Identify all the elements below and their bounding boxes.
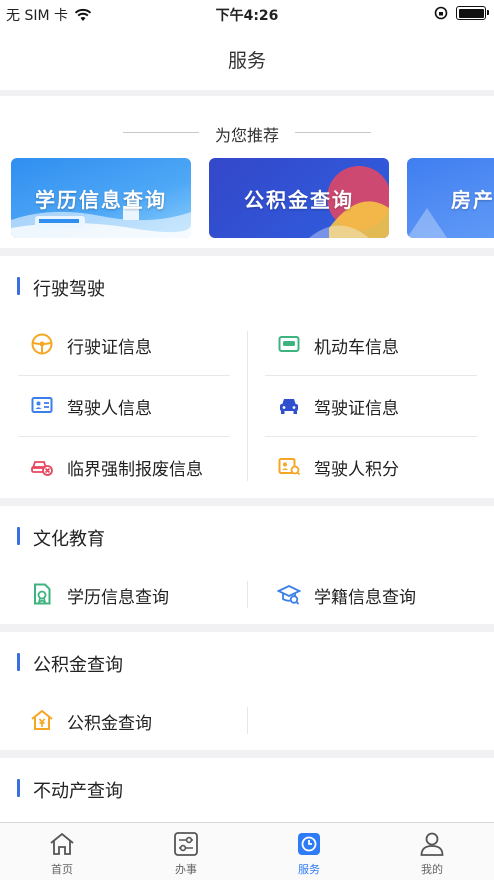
item-driver-info[interactable]: 驾驶人信息	[18, 375, 231, 436]
item-label: 驾驶人信息	[67, 399, 152, 419]
tab-label: 办事	[175, 863, 197, 876]
section-title: 文化教育	[33, 529, 105, 550]
item-motor-vehicle[interactable]: 机动车信息	[265, 314, 478, 375]
nav-bar: 服务	[0, 28, 494, 90]
id-card-icon	[31, 397, 53, 413]
item-label: 临界强制报废信息	[67, 460, 203, 480]
certificate-icon	[34, 583, 51, 605]
column-divider	[247, 707, 248, 734]
tab-affairs[interactable]: 办事	[124, 823, 248, 880]
item-scrap-info[interactable]: 临界强制报废信息	[18, 436, 231, 497]
battery-icon	[456, 6, 489, 20]
status-bar: 无 SIM 卡 下午4:26	[0, 0, 494, 28]
person-icon	[420, 832, 444, 856]
item-label: 行驶证信息	[67, 338, 152, 358]
divider-line	[295, 132, 371, 133]
section-title: 公积金查询	[33, 655, 123, 676]
tab-label: 服务	[298, 863, 320, 876]
section-accent-bar	[17, 527, 20, 545]
car-front-icon	[280, 399, 298, 414]
item-driver-license[interactable]: 驾驶证信息	[265, 375, 478, 436]
score-card-icon	[278, 458, 301, 476]
section-header: 公积金查询	[0, 632, 494, 694]
orientation-lock-icon	[434, 6, 448, 20]
clock-icon	[298, 833, 320, 855]
section-accent-bar	[17, 779, 20, 797]
item-label: 学籍信息查询	[314, 588, 416, 608]
column-divider	[247, 581, 248, 608]
home-icon	[50, 832, 74, 855]
banner-property[interactable]: 房产	[407, 158, 494, 238]
section-education: 文化教育 学历信息查询 学籍信息查询	[0, 506, 494, 624]
house-fund-icon	[31, 709, 53, 730]
item-student-status-query[interactable]: 学籍信息查询	[265, 564, 478, 625]
item-vehicle-license[interactable]: 行驶证信息	[18, 314, 231, 375]
item-label: 学历信息查询	[67, 588, 169, 608]
section-header: 不动产查询	[0, 758, 494, 820]
banner-label: 学历信息查询	[35, 188, 167, 212]
banner-housing-fund[interactable]: 公积金查询	[209, 158, 389, 238]
tab-home[interactable]: 首页	[0, 823, 124, 880]
item-housing-fund-query[interactable]: 公积金查询	[18, 690, 231, 751]
section-title: 不动产查询	[33, 781, 123, 802]
service-scroll[interactable]: 为您推荐 学历信息查询 公积金查询 房产 行驶驾驶 行驶证信息 机动车信息 驾驶…	[0, 96, 494, 822]
section-driving: 行驶驾驶 行驶证信息 机动车信息 驾驶人信息 驾驶证信息 临界强制报废信息 驾驶…	[0, 256, 494, 498]
banner-label: 公积金查询	[244, 188, 354, 212]
section-title: 行驶驾驶	[33, 279, 105, 300]
item-education-query[interactable]: 学历信息查询	[18, 564, 231, 625]
item-label: 驾驶证信息	[314, 399, 399, 419]
section-header: 行驶驾驶	[0, 256, 494, 318]
status-right	[434, 6, 489, 20]
tab-service[interactable]: 服务	[247, 823, 371, 880]
page-title: 服务	[227, 50, 266, 72]
tab-label: 我的	[421, 863, 443, 876]
vehicle-card-icon	[278, 336, 300, 352]
section-real-estate: 不动产查询	[0, 758, 494, 822]
steering-wheel-icon	[31, 333, 53, 355]
graduation-cap-icon	[277, 585, 301, 605]
column-divider	[247, 331, 248, 481]
item-label: 驾驶人积分	[314, 460, 399, 480]
section-accent-bar	[17, 277, 20, 295]
item-driver-score[interactable]: 驾驶人积分	[265, 436, 478, 497]
recommend-card: 为您推荐 学历信息查询 公积金查询 房产	[0, 96, 494, 248]
settings-sliders-icon	[174, 832, 198, 856]
banner-label: 房产	[451, 188, 494, 212]
section-header: 文化教育	[0, 506, 494, 568]
item-label: 公积金查询	[67, 714, 152, 734]
tab-bar: 首页 办事 服务 我的	[0, 822, 494, 880]
item-label: 机动车信息	[314, 338, 399, 358]
banner-education[interactable]: 学历信息查询	[11, 158, 191, 238]
section-housing-fund: 公积金查询 公积金查询	[0, 632, 494, 750]
status-time: 下午4:26	[215, 8, 279, 24]
tab-label: 首页	[51, 863, 73, 876]
recommend-title: 为您推荐	[214, 126, 279, 145]
scrap-car-icon	[31, 461, 53, 476]
section-accent-bar	[17, 653, 20, 671]
tab-mine[interactable]: 我的	[370, 823, 494, 880]
